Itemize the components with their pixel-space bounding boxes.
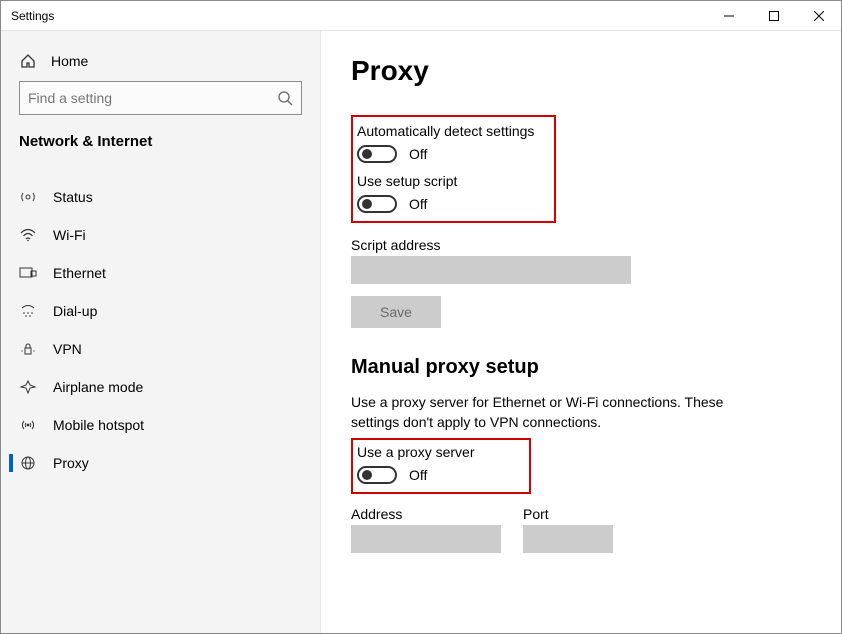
script-address-input[interactable] [351,256,631,284]
window-title: Settings [11,9,706,23]
page-title: Proxy [351,55,811,87]
home-link[interactable]: Home [9,45,312,81]
airplane-icon [19,380,37,394]
content-pane: Proxy Automatically detect settings Off … [321,31,841,633]
window-controls [706,1,841,31]
sidebar-item-label: Wi-Fi [53,227,86,243]
sidebar-item-label: VPN [53,341,82,357]
port-label: Port [523,506,613,522]
proxy-icon [19,456,37,470]
home-icon [19,53,37,69]
search-icon [277,90,293,106]
use-proxy-state: Off [409,467,427,483]
hotspot-icon [19,418,37,432]
sidebar-item-label: Status [53,189,93,205]
setup-script-toggle[interactable] [357,195,397,213]
search-box[interactable] [19,81,302,115]
sidebar-item-status[interactable]: Status [9,178,312,216]
highlight-proxy-section: Use a proxy server Off [351,438,531,494]
search-input[interactable] [28,90,277,106]
use-proxy-label: Use a proxy server [357,444,523,460]
status-icon [19,190,37,204]
minimize-button[interactable] [706,1,751,31]
vpn-icon [19,342,37,356]
script-address-label: Script address [351,237,811,253]
auto-detect-toggle[interactable] [357,145,397,163]
sidebar-item-airplane[interactable]: Airplane mode [9,368,312,406]
manual-section-desc: Use a proxy server for Ethernet or Wi-Fi… [351,393,771,432]
sidebar-item-label: Airplane mode [53,379,143,395]
port-input[interactable] [523,525,613,553]
save-button[interactable]: Save [351,296,441,328]
use-proxy-toggle[interactable] [357,466,397,484]
address-label: Address [351,506,501,522]
wifi-icon [19,228,37,242]
sidebar-item-label: Mobile hotspot [53,417,144,433]
sidebar-item-dialup[interactable]: Dial-up [9,292,312,330]
highlight-auto-section: Automatically detect settings Off Use se… [351,115,556,223]
home-label: Home [51,53,88,69]
sidebar: Home Network & Internet Status Wi-Fi [1,31,321,633]
sidebar-item-proxy[interactable]: Proxy [9,444,312,482]
address-input[interactable] [351,525,501,553]
dialup-icon [19,304,37,318]
auto-detect-label: Automatically detect settings [357,123,544,139]
titlebar: Settings [1,1,841,31]
sidebar-item-label: Ethernet [53,265,106,281]
auto-detect-state: Off [409,146,427,162]
sidebar-item-label: Proxy [53,455,89,471]
manual-section-header: Manual proxy setup [351,356,811,379]
sidebar-item-vpn[interactable]: VPN [9,330,312,368]
category-title: Network & Internet [9,133,312,164]
nav-list: Status Wi-Fi Ethernet Dial-up [9,178,312,482]
sidebar-item-hotspot[interactable]: Mobile hotspot [9,406,312,444]
sidebar-item-label: Dial-up [53,303,97,319]
setup-script-label: Use setup script [357,173,544,189]
maximize-button[interactable] [751,1,796,31]
ethernet-icon [19,266,37,280]
sidebar-item-wifi[interactable]: Wi-Fi [9,216,312,254]
setup-script-state: Off [409,196,427,212]
close-button[interactable] [796,1,841,31]
sidebar-item-ethernet[interactable]: Ethernet [9,254,312,292]
